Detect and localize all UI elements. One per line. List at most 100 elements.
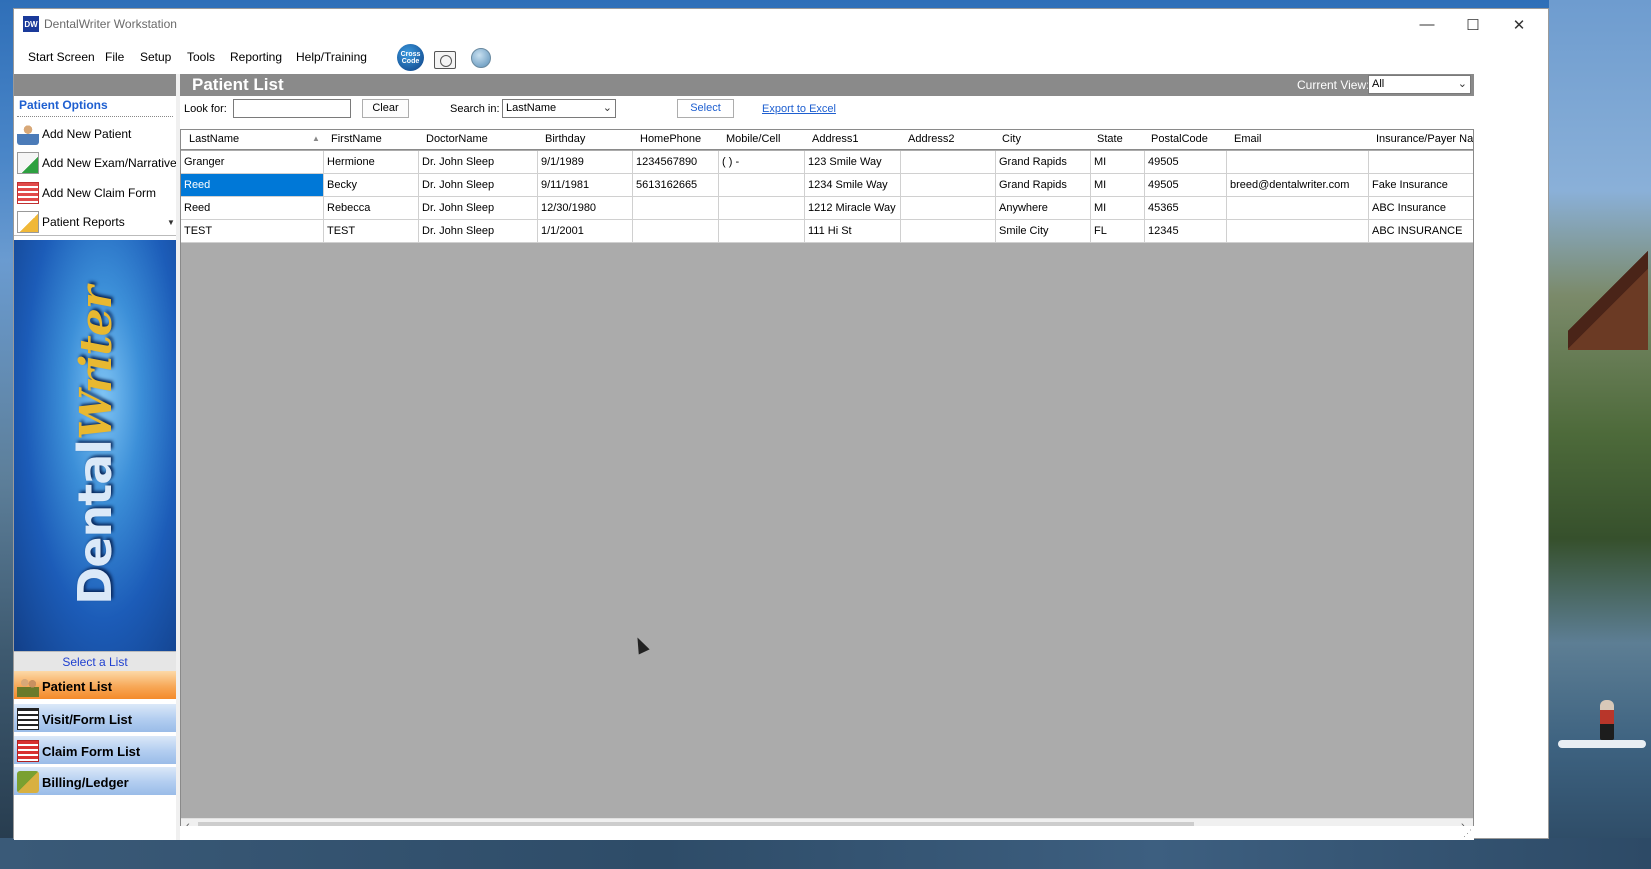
menu-start-screen[interactable]: Start Screen bbox=[28, 50, 95, 64]
select-button[interactable]: Select bbox=[677, 99, 734, 118]
table-cell[interactable] bbox=[633, 197, 719, 220]
table-cell[interactable]: Becky bbox=[324, 174, 419, 197]
column-header[interactable]: DoctorName bbox=[426, 133, 488, 145]
current-view-select[interactable]: All ⌄ bbox=[1368, 75, 1471, 94]
table-cell[interactable] bbox=[901, 220, 996, 243]
table-cell[interactable]: MI bbox=[1091, 174, 1145, 197]
column-header[interactable]: Address2 bbox=[908, 133, 954, 145]
camera-icon[interactable] bbox=[434, 51, 456, 69]
table-cell[interactable]: TEST bbox=[181, 220, 324, 243]
table-cell[interactable] bbox=[719, 174, 805, 197]
table-cell[interactable]: 49505 bbox=[1145, 174, 1227, 197]
table-row[interactable]: Reed Becky Dr. John Sleep 9/11/1981 56131626… bbox=[181, 174, 1473, 197]
table-cell[interactable]: 111 Hi St bbox=[805, 220, 901, 243]
table-cell[interactable] bbox=[901, 151, 996, 174]
table-cell[interactable]: 5613162665 bbox=[633, 174, 719, 197]
table-cell[interactable]: 45365 bbox=[1145, 197, 1227, 220]
table-cell[interactable]: 49505 bbox=[1145, 151, 1227, 174]
table-row[interactable]: Granger Hermione Dr. John Sleep 9/1/1989 123… bbox=[181, 151, 1473, 174]
nav-billing-ledger[interactable]: Billing/Ledger bbox=[14, 767, 176, 797]
table-cell[interactable]: Reed bbox=[181, 174, 324, 197]
table-cell[interactable]: TEST bbox=[324, 220, 419, 243]
table-cell[interactable]: 9/1/1989 bbox=[538, 151, 633, 174]
table-cell[interactable]: Dr. John Sleep bbox=[419, 220, 538, 243]
resize-grip-icon[interactable]: ⋰ bbox=[1463, 828, 1472, 839]
column-header[interactable]: Mobile/Cell bbox=[726, 133, 780, 145]
table-cell[interactable]: Rebecca bbox=[324, 197, 419, 220]
export-to-excel-link[interactable]: Export to Excel bbox=[762, 103, 836, 115]
table-cell[interactable]: ( ) - bbox=[719, 151, 805, 174]
search-in-select[interactable]: LastName ⌄ bbox=[502, 99, 616, 118]
column-header[interactable]: City bbox=[1002, 133, 1021, 145]
table-row[interactable]: Reed Rebecca Dr. John Sleep 12/30/1980 1212 … bbox=[181, 197, 1473, 220]
add-new-patient-button[interactable]: Add New Patient bbox=[14, 120, 176, 148]
look-for-input[interactable] bbox=[233, 99, 351, 118]
table-cell[interactable]: 1234 Smile Way bbox=[805, 174, 901, 197]
patient-reports-button[interactable]: Patient Reports ▼ bbox=[14, 208, 176, 236]
menu-file[interactable]: File bbox=[105, 50, 124, 64]
table-cell[interactable]: 123 Smile Way bbox=[805, 151, 901, 174]
menu-setup[interactable]: Setup bbox=[140, 50, 171, 64]
table-cell[interactable]: ABC INSURANCE bbox=[1369, 220, 1473, 243]
table-cell[interactable]: MI bbox=[1091, 197, 1145, 220]
table-cell[interactable]: 1212 Miracle Way bbox=[805, 197, 901, 220]
billing-icon bbox=[17, 771, 39, 793]
table-cell[interactable]: 1/1/2001 bbox=[538, 220, 633, 243]
menu-reporting[interactable]: Reporting bbox=[230, 50, 282, 64]
add-new-exam-button[interactable]: Add New Exam/Narrative bbox=[14, 149, 177, 177]
table-cell[interactable] bbox=[1227, 220, 1369, 243]
column-header[interactable]: Email bbox=[1234, 133, 1262, 145]
dentalwriter-logo: DentalWriter bbox=[14, 240, 176, 651]
minimize-button[interactable]: — bbox=[1404, 9, 1450, 40]
column-header[interactable]: HomePhone bbox=[640, 133, 701, 145]
table-cell[interactable]: Dr. John Sleep bbox=[419, 174, 538, 197]
table-cell[interactable]: Smile City bbox=[996, 220, 1091, 243]
table-cell[interactable]: Fake Insurance bbox=[1369, 174, 1473, 197]
table-cell[interactable] bbox=[1369, 151, 1473, 174]
menu-help-training[interactable]: Help/Training bbox=[296, 50, 367, 64]
table-cell[interactable] bbox=[719, 220, 805, 243]
table-cell[interactable] bbox=[901, 197, 996, 220]
table-cell[interactable]: FL bbox=[1091, 220, 1145, 243]
nav-patient-list[interactable]: Patient List bbox=[14, 671, 176, 701]
column-header[interactable]: State bbox=[1097, 133, 1123, 145]
table-cell[interactable]: Grand Rapids bbox=[996, 174, 1091, 197]
menu-tools[interactable]: Tools bbox=[187, 50, 215, 64]
nav-claim-form-list[interactable]: Claim Form List bbox=[14, 736, 176, 766]
nav-visit-form-list[interactable]: Visit/Form List bbox=[14, 704, 176, 734]
table-cell[interactable]: Hermione bbox=[324, 151, 419, 174]
table-cell[interactable]: ABC Insurance bbox=[1369, 197, 1473, 220]
table-cell[interactable]: Dr. John Sleep bbox=[419, 197, 538, 220]
cross-code-icon[interactable]: Cross Code bbox=[397, 44, 424, 71]
table-cell[interactable]: Granger bbox=[181, 151, 324, 174]
table-cell[interactable]: 1234567890 bbox=[633, 151, 719, 174]
table-cell[interactable]: 9/11/1981 bbox=[538, 174, 633, 197]
table-cell[interactable] bbox=[1227, 197, 1369, 220]
table-cell[interactable] bbox=[1227, 151, 1369, 174]
table-cell[interactable] bbox=[901, 174, 996, 197]
column-header[interactable]: PostalCode bbox=[1151, 133, 1208, 145]
add-new-claim-form-button[interactable]: Add New Claim Form bbox=[14, 179, 176, 207]
column-header[interactable]: Insurance/Payer Nam bbox=[1376, 133, 1473, 145]
search-in-label: Search in: bbox=[450, 103, 500, 115]
close-button[interactable]: ✕ bbox=[1496, 9, 1542, 40]
table-cell[interactable]: 12345 bbox=[1145, 220, 1227, 243]
table-cell[interactable]: 12/30/1980 bbox=[538, 197, 633, 220]
table-cell[interactable]: Dr. John Sleep bbox=[419, 151, 538, 174]
table-cell[interactable]: breed@dentalwriter.com bbox=[1227, 174, 1369, 197]
table-row[interactable]: TEST TEST Dr. John Sleep 1/1/2001 111 Hi St S… bbox=[181, 220, 1473, 243]
table-cell[interactable] bbox=[633, 220, 719, 243]
table-cell[interactable] bbox=[719, 197, 805, 220]
table-cell[interactable]: Reed bbox=[181, 197, 324, 220]
column-header[interactable]: Birthday bbox=[545, 133, 585, 145]
maximize-button[interactable]: ☐ bbox=[1450, 9, 1496, 40]
column-header[interactable]: LastName bbox=[189, 133, 239, 145]
table-cell[interactable]: Anywhere bbox=[996, 197, 1091, 220]
clear-button[interactable]: Clear bbox=[362, 99, 409, 118]
column-header[interactable]: FirstName bbox=[331, 133, 382, 145]
table-cell[interactable]: MI bbox=[1091, 151, 1145, 174]
column-header[interactable]: Address1 bbox=[812, 133, 858, 145]
title-bar[interactable]: DW DentalWriter Workstation — ☐ ✕ bbox=[14, 9, 1548, 40]
table-cell[interactable]: Grand Rapids bbox=[996, 151, 1091, 174]
help-globe-icon[interactable] bbox=[471, 48, 491, 68]
